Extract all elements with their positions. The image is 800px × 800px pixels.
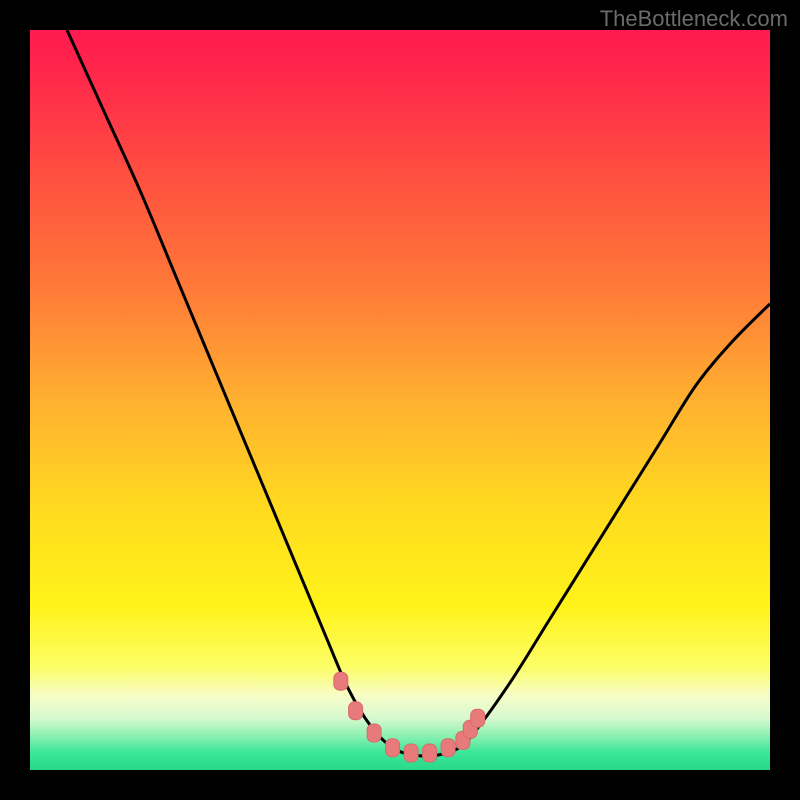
highlight-marker <box>349 702 363 720</box>
highlight-marker <box>471 709 485 727</box>
highlight-marker <box>404 744 418 762</box>
highlight-marker <box>386 739 400 757</box>
bottleneck-curve <box>67 30 770 756</box>
canvas-frame: TheBottleneck.com <box>0 0 800 800</box>
highlight-marker <box>441 739 455 757</box>
chart-svg <box>30 30 770 770</box>
marker-group <box>334 672 485 762</box>
highlight-marker <box>367 724 381 742</box>
highlight-marker <box>334 672 348 690</box>
watermark-text: TheBottleneck.com <box>600 6 788 32</box>
plot-area <box>30 30 770 770</box>
highlight-marker <box>423 744 437 762</box>
